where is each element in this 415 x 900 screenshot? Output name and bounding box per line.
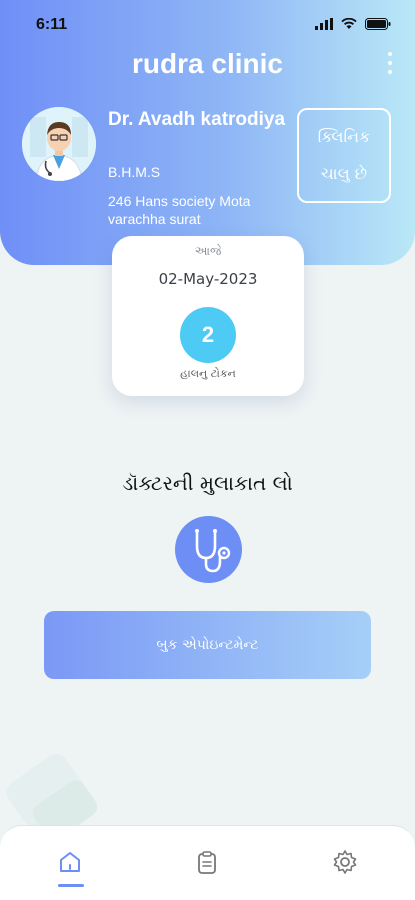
nav-settings-tab[interactable] — [325, 842, 365, 882]
visit-doctor-heading: ડૉક્ટરની મુલાકાત લો — [122, 471, 293, 495]
clinic-status-line1: ક્લિનિક — [317, 126, 371, 146]
battery-icon — [365, 18, 391, 30]
clipboard-icon — [198, 851, 216, 874]
clinic-status-button[interactable]: ક્લિનિક ચાલુ છે — [297, 108, 391, 203]
stethoscope-icon — [175, 516, 242, 583]
today-label: આજે — [194, 244, 222, 258]
token-card: આજે 02-May-2023 2 હાલનુ ટોકન — [112, 236, 304, 396]
active-tab-indicator — [58, 884, 84, 887]
nav-home-tab[interactable] — [50, 842, 90, 882]
clinic-title: rudra clinic — [132, 48, 283, 79]
header-banner: 6:11 rudra clinic Dr. Avadh katrodiya B.… — [0, 0, 415, 265]
wifi-icon — [341, 18, 357, 29]
book-appointment-button[interactable]: બુક એપોઇન્ટમેન્ટ — [44, 611, 371, 679]
doctor-degree: B.H.M.S — [108, 164, 161, 180]
doctor-avatar — [22, 107, 96, 181]
clinic-status-line2: ચાલુ છે — [320, 164, 368, 184]
current-token-label: હાલનુ ટોકન — [180, 367, 236, 380]
signal-icon — [315, 18, 333, 30]
nav-appointments-tab[interactable] — [187, 842, 227, 882]
gear-icon — [333, 850, 357, 874]
doctor-address: 246 Hans society Mota varachha surat — [108, 193, 251, 227]
status-bar: 6:11 — [0, 14, 415, 38]
home-icon — [60, 852, 80, 872]
current-token-number: 2 — [180, 307, 236, 363]
more-menu-icon[interactable] — [385, 52, 395, 74]
doctor-name: Dr. Avadh katrodiya — [108, 109, 286, 130]
token-date: 02-May-2023 — [158, 270, 258, 288]
status-icons — [315, 18, 391, 30]
status-time: 6:11 — [36, 16, 68, 33]
bottom-navigation — [0, 825, 415, 900]
